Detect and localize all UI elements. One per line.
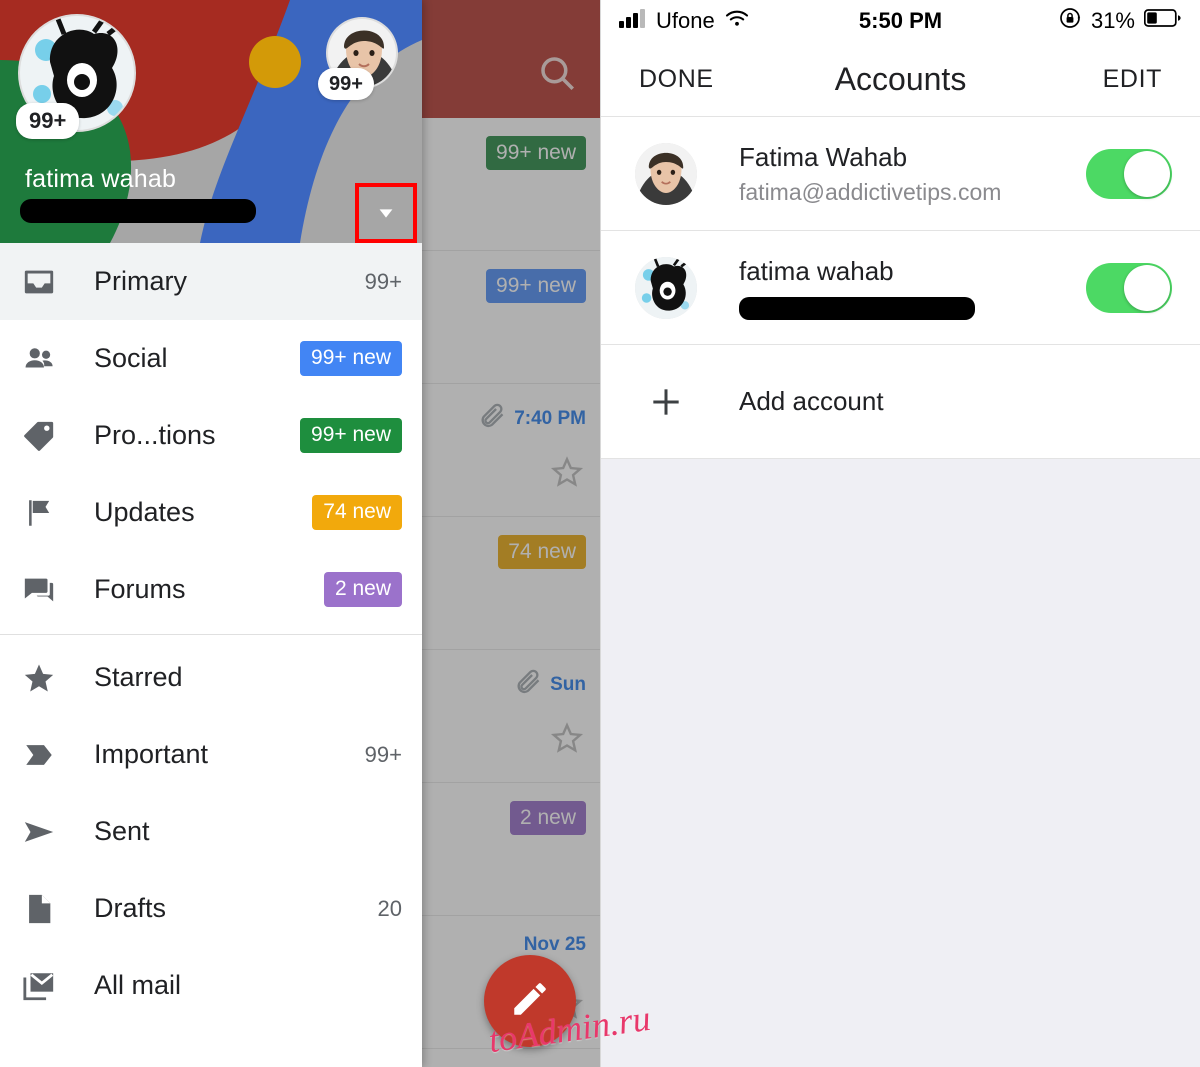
right-phone-accounts: Ufone 5:50 PM 31% DONE Accounts EDIT Fat… [600,0,1200,1067]
sidebar-item-important[interactable]: Important 99+ [0,716,422,793]
sidebar-item-updates[interactable]: Updates 74 new [0,474,422,551]
sidebar-item-starred[interactable]: Starred [0,639,422,716]
account-row[interactable]: Fatima Wahab fatima@addictivetips.com [601,117,1200,231]
sidebar-item-label: Starred [94,662,183,692]
unread-badge: 99+ [16,103,80,140]
ios-status-bar: Ufone 5:50 PM 31% [601,0,1200,42]
sidebar-item-drafts[interactable]: Drafts 20 [0,870,422,947]
drawer-labels: Starred Important 99+ Sent Drafts 20 All… [0,639,422,1024]
sidebar-item-label: All mail [94,970,182,1000]
done-button[interactable]: DONE [639,65,714,94]
add-account-label: Add account [739,386,884,416]
accounts-list: Fatima Wahab fatima@addictivetips.com fa… [601,116,1200,459]
sidebar-item-count: 99+ [364,268,402,294]
toggle-knob [1124,150,1170,197]
carrier-name: Ufone [656,8,715,33]
drawer-header: 99+ 99+ fatima wahab [0,0,422,243]
account-name: fatima wahab [739,256,894,287]
toggle-knob [1124,264,1170,311]
sidebar-item-sent[interactable]: Sent [0,793,422,870]
important-icon [22,738,66,772]
account-email: fatima@addictivetips.com [739,178,1002,205]
avatar [635,256,697,319]
signal-bars-icon [619,8,647,34]
wifi-icon [724,8,750,34]
sidebar-item-forums[interactable]: Forums 2 new [0,551,422,628]
sidebar-item-label: Forums [94,574,186,604]
flag-icon [22,496,66,530]
draft-icon [22,892,66,926]
battery-icon [1143,8,1182,34]
sidebar-item-primary[interactable]: Primary 99+ [0,243,422,320]
drawer-categories: Primary 99+ Social 99+ new Pro...tions 9… [0,243,422,628]
plus-icon [635,383,697,421]
sidebar-item-badge: 2 new [323,572,402,607]
sidebar-item-badge: 99+ new [300,418,402,453]
sidebar-item-label: Important [94,739,209,769]
status-bar-right: 31% [1058,6,1182,36]
account-name: fatima wahab [25,165,177,193]
drawer-divider [0,634,422,635]
avatar [635,142,697,205]
edit-button[interactable]: EDIT [1103,65,1162,94]
navigation-drawer: 99+ 99+ fatima wahab Primary 99+ Social … [0,0,422,1067]
account-name: Fatima Wahab [739,142,908,173]
sidebar-item-all-mail[interactable]: All mail [0,947,422,1024]
accounts-navbar: DONE Accounts EDIT [601,42,1200,116]
account-email-redacted [739,296,975,320]
forum-icon [22,573,66,607]
status-bar-left: Ufone [619,8,750,34]
annotation-highlight-box [355,183,417,243]
account-text: fatima wahab [739,255,1086,320]
sidebar-item-label: Sent [94,816,150,846]
sidebar-item-label: Updates [94,497,195,527]
account-row[interactable]: fatima wahab [601,231,1200,345]
rotation-lock-icon [1058,6,1082,36]
star-icon [22,661,66,695]
left-phone-gmail: 99+ new B... 99+ new at... [0,0,600,1067]
sidebar-item-label: Drafts [94,893,167,923]
tag-icon [22,419,66,453]
people-icon [22,342,66,376]
screenshot-root: 99+ new B... 99+ new at... [0,0,1200,1067]
account-text: Fatima Wahab fatima@addictivetips.com [739,141,1086,206]
add-account-row[interactable]: Add account [601,345,1200,459]
sidebar-item-badge: 99+ new [300,341,402,376]
sidebar-item-label: Primary [94,266,187,296]
sidebar-item-social[interactable]: Social 99+ new [0,320,422,397]
send-icon [22,815,66,849]
sidebar-item-count: 20 [377,895,402,921]
battery-percent: 31% [1090,8,1135,33]
account-email-redacted [20,199,256,223]
sidebar-item-promotions[interactable]: Pro...tions 99+ new [0,397,422,474]
account-toggle[interactable] [1086,148,1172,199]
allmail-icon [22,969,66,1003]
sidebar-item-badge: 74 new [312,495,402,530]
sidebar-item-label: Social [94,343,168,373]
sidebar-item-count: 99+ [364,741,402,767]
account-toggle[interactable] [1086,262,1172,313]
secondary-unread-badge: 99+ [318,68,374,100]
inbox-icon [22,265,66,299]
sidebar-item-label: Pro...tions [94,420,216,450]
empty-area [601,459,1200,1041]
